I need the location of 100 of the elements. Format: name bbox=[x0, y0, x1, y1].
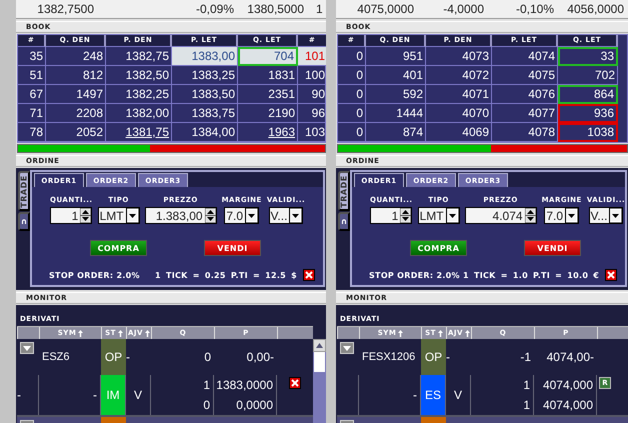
table-cell: 67 bbox=[18, 85, 46, 104]
table-cell-text: 0,00- bbox=[246, 349, 275, 366]
side-tab[interactable]: TRADE bbox=[18, 171, 30, 211]
spin-arrows-icon[interactable] bbox=[204, 208, 216, 223]
caret-icon[interactable] bbox=[609, 208, 622, 223]
table-cell: 103 bbox=[298, 123, 326, 142]
table-cell: 4076 bbox=[492, 85, 558, 104]
table-cell: - bbox=[93, 388, 97, 402]
expand-button[interactable] bbox=[20, 342, 34, 354]
side-tab[interactable]: TRADE bbox=[338, 171, 350, 211]
close-button[interactable] bbox=[605, 269, 618, 281]
table-cell-text: 0 bbox=[203, 349, 212, 366]
dropdown-field[interactable]: V... bbox=[268, 207, 304, 224]
table-cell: 4070 bbox=[426, 104, 492, 123]
table-cell: 1383,0000 bbox=[216, 378, 273, 392]
table-cell: 1497 bbox=[46, 85, 106, 104]
table-cell: 2351 bbox=[238, 85, 298, 104]
quote-value: -0,09% bbox=[194, 2, 234, 16]
table-cell: 1382,50 bbox=[106, 66, 172, 85]
table-cell: 2052 bbox=[46, 123, 106, 142]
table-cell: 0 bbox=[338, 104, 366, 123]
cancel-button[interactable] bbox=[289, 377, 301, 389]
stop-order-text: STOP ORDER: 2.0% bbox=[369, 270, 460, 280]
scrollbar[interactable] bbox=[313, 339, 326, 423]
side-tab[interactable]: ∩ bbox=[18, 212, 30, 231]
spin-arrows-icon[interactable] bbox=[524, 208, 536, 223]
sort-arrow-icon bbox=[438, 330, 443, 336]
table-cell-text: - bbox=[126, 349, 131, 366]
buy-button[interactable]: COMPRA bbox=[410, 240, 467, 256]
spin-field[interactable]: 1 bbox=[50, 207, 92, 224]
caret-icon[interactable] bbox=[126, 208, 139, 223]
table-cell: 35 bbox=[18, 47, 46, 66]
spin-field[interactable]: 1 bbox=[370, 207, 412, 224]
table-cell: 864 bbox=[558, 85, 618, 104]
spin-field[interactable]: 1.383,00 bbox=[144, 207, 217, 224]
table-cell: 951 bbox=[366, 47, 426, 66]
caret-icon[interactable] bbox=[289, 208, 302, 223]
table-cell: 1038 bbox=[558, 123, 618, 142]
table-cell: 4069 bbox=[426, 123, 492, 142]
side-tab[interactable]: ∩ bbox=[338, 212, 350, 231]
table-cell: 100 bbox=[298, 66, 326, 85]
sell-button[interactable]: VENDI bbox=[204, 240, 261, 256]
table-cell: 1381,75 bbox=[106, 123, 172, 142]
scroll-up-icon[interactable] bbox=[316, 343, 323, 348]
sort-arrow-icon bbox=[78, 330, 84, 336]
spin-arrows-icon[interactable] bbox=[80, 208, 92, 223]
table-cell: - bbox=[413, 388, 417, 402]
scroll-thumb[interactable] bbox=[314, 352, 325, 372]
table-cell: 874 bbox=[366, 123, 426, 142]
table-cell: 1 bbox=[203, 378, 210, 392]
table-cell: 71 bbox=[18, 104, 46, 123]
sort-arrow-icon bbox=[118, 330, 123, 336]
table-cell: 0 bbox=[338, 123, 366, 142]
stop-order-text: STOP ORDER: 2.0% bbox=[49, 270, 140, 280]
table-cell-text: FESX1206 bbox=[361, 350, 416, 365]
table-cell: 936 bbox=[558, 104, 618, 123]
expand-button[interactable] bbox=[340, 342, 354, 354]
table-cell: 4075 bbox=[492, 66, 558, 85]
table-cell: 0 bbox=[338, 47, 366, 66]
table-cell: 51 bbox=[18, 66, 46, 85]
spin-arrows-icon[interactable] bbox=[400, 208, 412, 223]
table-cell: 704 bbox=[238, 47, 298, 66]
table-cell: 1382,00 bbox=[106, 104, 172, 123]
buy-button[interactable]: COMPRA bbox=[90, 240, 147, 256]
sort-arrow-icon bbox=[398, 330, 404, 336]
table-cell: 0 bbox=[338, 66, 366, 85]
dropdown-field[interactable]: V... bbox=[588, 207, 624, 224]
dropdown-field[interactable]: 7.0 bbox=[544, 207, 580, 224]
quote-value: -4,0000 bbox=[442, 2, 484, 16]
dropdown-field[interactable]: 7.0 bbox=[224, 207, 260, 224]
table-cell: 33 bbox=[558, 47, 618, 66]
table-cell: 2208 bbox=[46, 104, 106, 123]
sort-arrow-icon bbox=[144, 330, 150, 336]
table-cell: 0 bbox=[203, 398, 210, 412]
status-cell: IM bbox=[101, 375, 126, 415]
close-button[interactable] bbox=[303, 269, 315, 281]
caret-icon[interactable] bbox=[446, 208, 459, 223]
dropdown-field[interactable]: LMT bbox=[98, 207, 140, 224]
caret-icon[interactable] bbox=[565, 208, 578, 223]
quote-value: 4056,0000 bbox=[566, 2, 624, 16]
quote-value: 4075,0000 bbox=[356, 2, 414, 16]
table-cell: 1831 bbox=[238, 66, 298, 85]
table-cell-text: ESZ6 bbox=[41, 350, 71, 365]
table-cell: 1382,25 bbox=[106, 85, 172, 104]
table-cell: 812 bbox=[46, 66, 106, 85]
table-cell: 0 bbox=[338, 85, 366, 104]
dropdown-field[interactable]: LMT bbox=[418, 207, 460, 224]
sell-button[interactable]: VENDI bbox=[524, 240, 581, 256]
table-cell: 1383,25 bbox=[172, 66, 238, 85]
table-cell: 2190 bbox=[238, 104, 298, 123]
caret-icon[interactable] bbox=[245, 208, 258, 223]
table-cell: 1444 bbox=[366, 104, 426, 123]
table-cell: 702 bbox=[558, 66, 618, 85]
table-cell-text: -1 bbox=[519, 349, 532, 366]
table-cell: 248 bbox=[46, 47, 106, 66]
table-cell: 4071 bbox=[426, 85, 492, 104]
table-cell: 101 bbox=[298, 47, 326, 66]
spin-field[interactable]: 4.074 bbox=[464, 207, 537, 224]
table-cell: V bbox=[446, 375, 471, 415]
table-cell: 90 bbox=[298, 85, 326, 104]
